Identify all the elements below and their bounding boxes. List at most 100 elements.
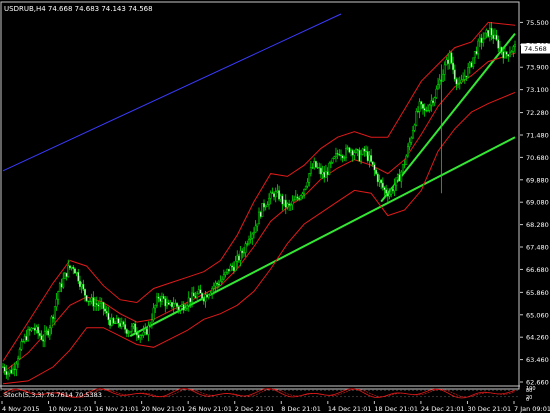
candle-body[interactable]	[311, 167, 314, 169]
candle-body[interactable]	[256, 223, 259, 227]
candle-body[interactable]	[53, 306, 56, 319]
candle-body[interactable]	[413, 124, 416, 131]
candle-body[interactable]	[75, 272, 78, 274]
candle-body[interactable]	[304, 185, 307, 190]
candle-body[interactable]	[109, 319, 112, 326]
candle-body[interactable]	[490, 27, 493, 36]
candle-body[interactable]	[164, 298, 167, 307]
candle-body[interactable]	[266, 204, 269, 207]
candle-body[interactable]	[58, 283, 61, 292]
candle-body[interactable]	[63, 272, 66, 279]
candle-body[interactable]	[212, 285, 215, 289]
candle-body[interactable]	[335, 153, 337, 157]
candle-body[interactable]	[237, 255, 240, 261]
candle-body[interactable]	[458, 82, 461, 84]
candle-body[interactable]	[117, 318, 120, 324]
candle-body[interactable]	[301, 193, 304, 197]
candle-body[interactable]	[254, 225, 257, 233]
candle-body[interactable]	[438, 79, 441, 85]
candle-body[interactable]	[333, 156, 336, 159]
candle-body[interactable]	[428, 104, 431, 111]
candle-body[interactable]	[182, 304, 185, 311]
candle-body[interactable]	[50, 316, 53, 328]
candle-body[interactable]	[393, 184, 396, 192]
candle-body[interactable]	[169, 302, 172, 305]
candle-body[interactable]	[43, 331, 46, 342]
candle-body[interactable]	[462, 79, 465, 81]
candle-body[interactable]	[166, 302, 168, 307]
candle-body[interactable]	[211, 288, 214, 294]
candle-body[interactable]	[236, 255, 239, 262]
candle-body[interactable]	[162, 296, 165, 299]
candle-body[interactable]	[386, 193, 389, 197]
candle-body[interactable]	[114, 322, 117, 324]
candle-body[interactable]	[467, 67, 470, 78]
candle-body[interactable]	[130, 325, 133, 332]
candle-body[interactable]	[278, 190, 281, 200]
candle-body[interactable]	[329, 162, 332, 164]
candle-body[interactable]	[341, 155, 344, 159]
candle-body[interactable]	[176, 302, 178, 307]
candle-body[interactable]	[187, 297, 190, 306]
candle-body[interactable]	[396, 174, 399, 179]
candle-body[interactable]	[418, 101, 421, 112]
candle-body[interactable]	[221, 278, 224, 282]
candle-body[interactable]	[502, 51, 505, 59]
candle-body[interactable]	[184, 308, 187, 311]
candle-body[interactable]	[40, 335, 43, 340]
candle-body[interactable]	[314, 160, 317, 168]
candle-body[interactable]	[42, 339, 45, 342]
candle-body[interactable]	[293, 199, 296, 202]
candle-body[interactable]	[7, 373, 9, 375]
candle-body[interactable]	[423, 108, 426, 111]
candle-body[interactable]	[22, 340, 25, 343]
candle-body[interactable]	[478, 37, 481, 42]
candle-body[interactable]	[149, 324, 152, 326]
candle-body[interactable]	[395, 177, 398, 186]
candle-body[interactable]	[403, 164, 406, 166]
candle-body[interactable]	[281, 195, 284, 205]
candle-body[interactable]	[294, 196, 297, 201]
candle-body[interactable]	[398, 174, 401, 182]
candle-body[interactable]	[258, 211, 260, 225]
candle-body[interactable]	[159, 298, 162, 302]
candle-body[interactable]	[253, 231, 255, 235]
candle-body[interactable]	[422, 103, 424, 109]
candle-body[interactable]	[303, 188, 306, 194]
candle-body[interactable]	[144, 328, 147, 333]
candle-body[interactable]	[425, 110, 428, 112]
candle-body[interactable]	[73, 268, 76, 274]
candle-body[interactable]	[361, 148, 364, 155]
candle-body[interactable]	[17, 358, 20, 365]
candle-body[interactable]	[323, 171, 326, 178]
candle-body[interactable]	[5, 371, 8, 375]
candle-body[interactable]	[150, 319, 153, 325]
candle-body[interactable]	[196, 293, 199, 299]
candle-body[interactable]	[360, 153, 363, 162]
candle-body[interactable]	[62, 278, 65, 288]
candle-body[interactable]	[35, 326, 38, 331]
candle-body[interactable]	[129, 330, 132, 334]
candle-body[interactable]	[90, 297, 93, 302]
candle-body[interactable]	[313, 160, 316, 169]
candle-body[interactable]	[480, 37, 483, 43]
candle-body[interactable]	[373, 164, 376, 171]
candle-body[interactable]	[13, 368, 16, 370]
candle-body[interactable]	[122, 321, 125, 325]
candle-body[interactable]	[430, 100, 433, 106]
candle-body[interactable]	[475, 51, 478, 55]
candle-body[interactable]	[340, 154, 342, 157]
candle-body[interactable]	[463, 75, 466, 80]
candle-body[interactable]	[10, 369, 13, 374]
candle-body[interactable]	[52, 316, 55, 319]
candle-body[interactable]	[199, 289, 202, 294]
candle-body[interactable]	[120, 321, 123, 327]
candle-body[interactable]	[32, 327, 35, 329]
candle-body[interactable]	[174, 302, 177, 305]
candle-body[interactable]	[3, 366, 6, 372]
candle-body[interactable]	[378, 179, 381, 183]
candle-body[interactable]	[308, 173, 311, 183]
candle-body[interactable]	[70, 266, 73, 269]
candle-body[interactable]	[177, 306, 180, 311]
candle-body[interactable]	[30, 327, 33, 331]
